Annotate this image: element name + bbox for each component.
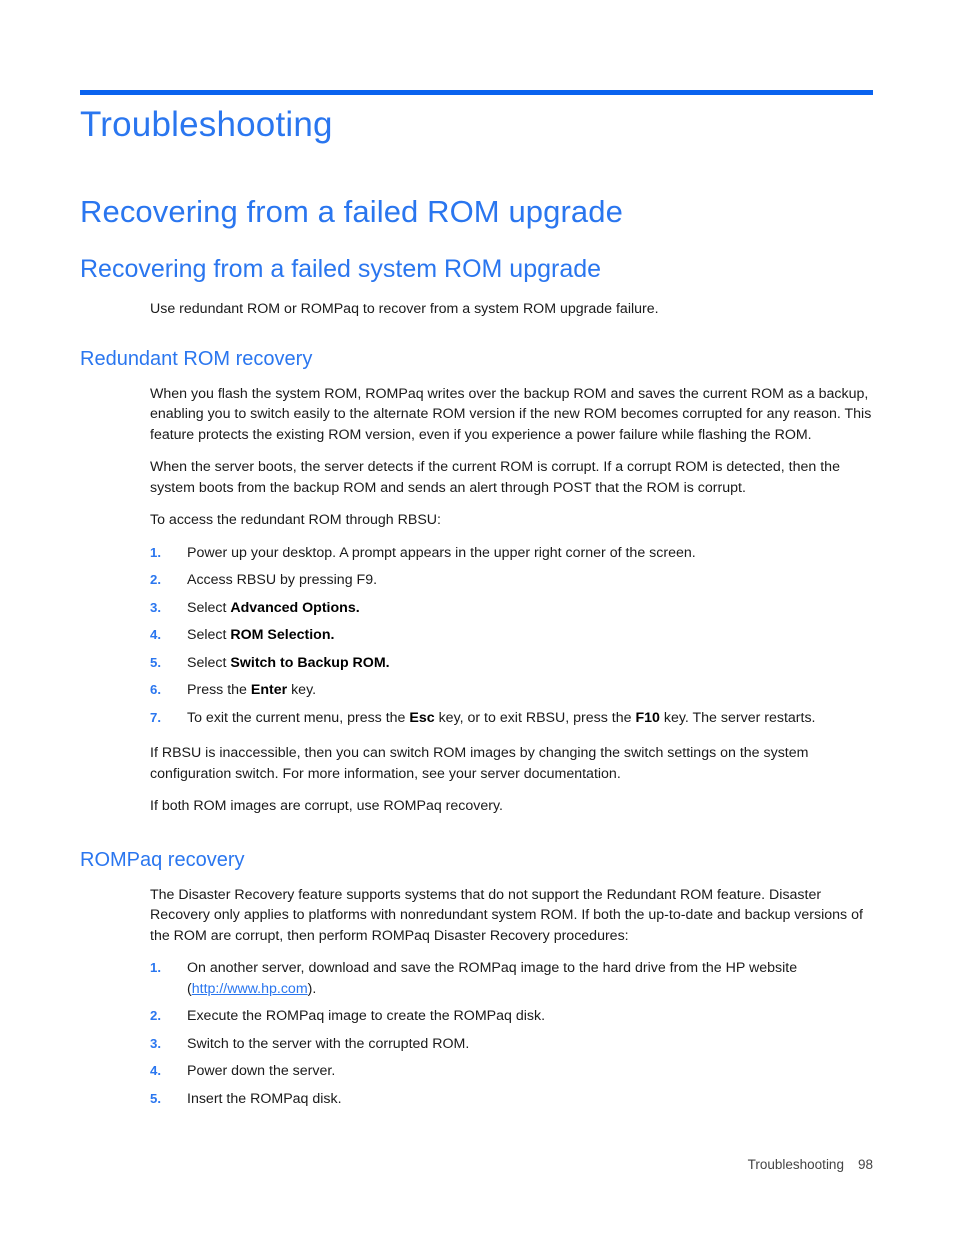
list-item: 1. On another server, download and save t… [150, 958, 873, 999]
list-item-number: 6. [150, 682, 161, 697]
emphasis-text: Switch to Backup ROM. [230, 654, 390, 671]
list-item-number: 4. [150, 627, 161, 642]
list-item: 4. Power down the server. [150, 1061, 873, 1082]
paragraph-redundant-3: To access the redundant ROM through RBSU… [150, 512, 441, 528]
list-item-number: 1. [150, 960, 161, 975]
paragraph-intro: Use redundant ROM or ROMPaq to recover f… [150, 301, 659, 317]
list-item-number: 2. [150, 1008, 161, 1023]
list-item-number: 7. [150, 709, 161, 725]
emphasis-text: ROM Selection. [230, 627, 335, 643]
list-item-number: 3. [150, 1035, 161, 1051]
header-rule [80, 90, 873, 95]
list-item-text: On another server, download and save the… [187, 960, 798, 997]
rbsu-steps-list: 1. Power up your desktop. A prompt appear… [150, 543, 873, 729]
emphasis-text: F10 [635, 709, 660, 726]
list-item-number: 3. [150, 599, 161, 615]
page-content: Troubleshooting Recovering from a failed… [80, 103, 873, 1116]
rompaq-block: The Disaster Recovery feature supports s… [150, 885, 873, 1110]
list-item: 2. Execute the ROMPaq image to create the… [150, 1006, 873, 1027]
emphasis-text: Advanced Options. [230, 599, 360, 616]
paragraph-rompaq-1: The Disaster Recovery feature supports s… [150, 886, 863, 944]
list-item: 3. Select Advanced Options. [150, 598, 873, 619]
intro-block: Use redundant ROM or ROMPaq to recover f… [150, 299, 873, 320]
paragraph-redundant-5: If both ROM images are corrupt, use ROMP… [150, 798, 503, 814]
document-page: Troubleshooting Recovering from a failed… [0, 0, 954, 1235]
list-item: 5. Insert the ROMPaq disk. [150, 1089, 873, 1110]
list-item-text: Press the Enter key. [187, 682, 317, 698]
footer-chapter-label: Troubleshooting [747, 1157, 844, 1172]
subsection-heading-recovering-failed-system-rom: Recovering from a failed system ROM upgr… [80, 255, 602, 283]
list-item-number: 5. [150, 654, 161, 670]
page-title: Troubleshooting [80, 105, 333, 144]
list-item-number: 1. [150, 544, 161, 560]
list-item: 7. To exit the current menu, press the Es… [150, 708, 873, 729]
list-item: 5. Select Switch to Backup ROM. [150, 653, 873, 674]
list-item-text: Insert the ROMPaq disk. [187, 1090, 342, 1107]
heading-rompaq-recovery: ROMPaq recovery [80, 848, 245, 871]
list-item: 4. Select ROM Selection. [150, 625, 873, 646]
page-footer: Troubleshooting 98 [80, 1157, 873, 1172]
list-item-text: Select Advanced Options. [187, 599, 360, 616]
paragraph-redundant-1: When you flash the system ROM, ROMPaq wr… [150, 385, 872, 443]
heading-redundant-rom-recovery: Redundant ROM recovery [80, 347, 313, 370]
list-item: 1. Power up your desktop. A prompt appear… [150, 543, 873, 564]
list-item-text: Power up your desktop. A prompt appears … [187, 544, 696, 561]
list-item-number: 4. [150, 1063, 161, 1078]
list-item-text: Execute the ROMPaq image to create the R… [187, 1008, 546, 1024]
list-item-text: Select Switch to Backup ROM. [187, 654, 390, 671]
list-item-number: 2. [150, 572, 161, 587]
paragraph-redundant-2: When the server boots, the server detect… [150, 459, 840, 496]
list-item-number: 5. [150, 1090, 161, 1106]
list-item-text: Power down the server. [187, 1063, 336, 1079]
paragraph-redundant-4: If RBSU is inaccessible, then you can sw… [150, 745, 809, 782]
section-heading-recovering-failed-rom: Recovering from a failed ROM upgrade [80, 194, 623, 229]
redundant-rom-block: When you flash the system ROM, ROMPaq wr… [150, 384, 873, 817]
list-item-text: Access RBSU by pressing F9. [187, 572, 378, 588]
list-item: 3. Switch to the server with the corrupte… [150, 1034, 873, 1055]
rompaq-steps-list: 1. On another server, download and save t… [150, 958, 873, 1109]
emphasis-text: Enter [250, 682, 288, 698]
footer-page-number: 98 [857, 1157, 873, 1172]
list-item: 2. Access RBSU by pressing F9. [150, 570, 873, 591]
list-item-text: To exit the current menu, press the Esc … [187, 709, 816, 726]
emphasis-text: Esc [409, 709, 435, 726]
list-item-text: Select ROM Selection. [187, 627, 335, 643]
list-item: 6. Press the Enter key. [150, 680, 873, 701]
hp-website-link[interactable]: http://www.hp.com [192, 981, 308, 997]
list-item-text: Switch to the server with the corrupted … [187, 1035, 470, 1052]
